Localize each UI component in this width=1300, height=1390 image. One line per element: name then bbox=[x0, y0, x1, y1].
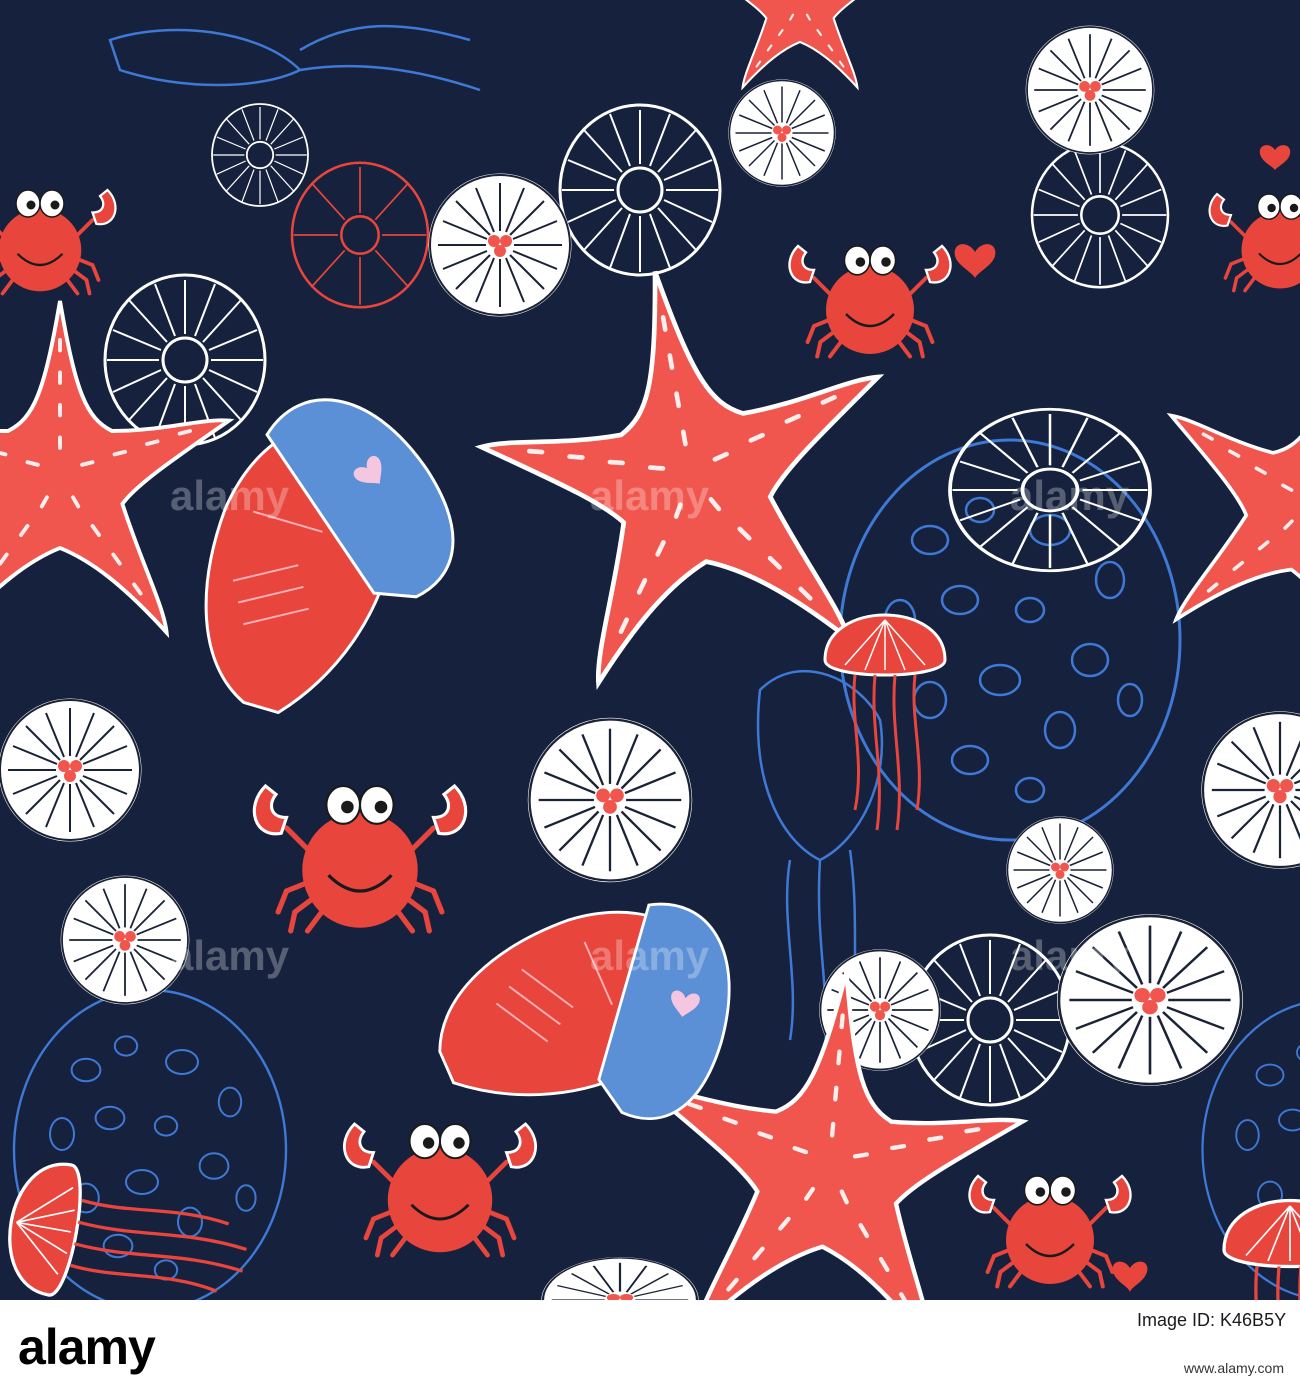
svg-text:alamy: alamy bbox=[170, 472, 290, 519]
sea-pattern-illustration: alamy alamy alamy alamy alamy alamy bbox=[0, 0, 1300, 1300]
svg-text:alamy: alamy bbox=[590, 932, 710, 979]
flower-disc bbox=[1025, 25, 1155, 155]
svg-text:alamy: alamy bbox=[1010, 932, 1130, 979]
stock-footer-bar bbox=[0, 1300, 1300, 1390]
flower-disc bbox=[728, 79, 836, 187]
flower-disc bbox=[1006, 816, 1114, 924]
flower-disc bbox=[0, 698, 142, 842]
site-url[interactable]: www.alamy.com bbox=[1184, 1360, 1284, 1376]
alamy-logo[interactable]: alamy bbox=[18, 1318, 156, 1376]
svg-text:alamy: alamy bbox=[170, 932, 290, 979]
image-id-label: Image ID: K46B5Y bbox=[1137, 1310, 1287, 1330]
svg-text:alamy: alamy bbox=[590, 472, 710, 519]
svg-text:alamy: alamy bbox=[1010, 472, 1130, 519]
flower-disc bbox=[428, 173, 572, 317]
flower-disc bbox=[527, 717, 693, 883]
